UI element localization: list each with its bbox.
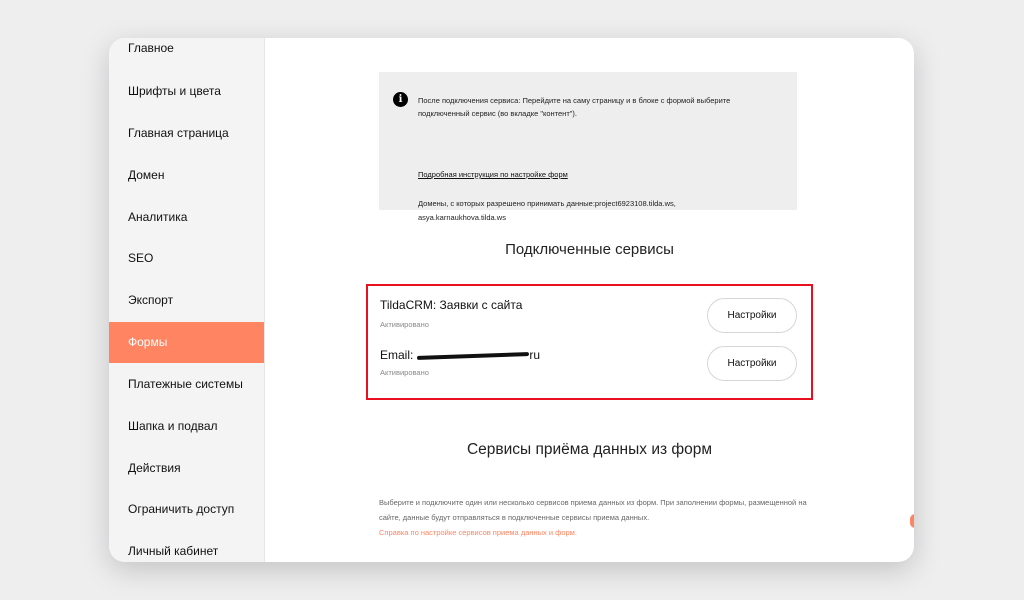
connected-services-title: Подключенные сервисы bbox=[505, 241, 674, 258]
tildacrm-settings-button[interactable]: Настройки bbox=[707, 298, 797, 333]
services-description-text: Выберите и подключите один или несколько… bbox=[379, 498, 807, 522]
email-label: Email: bbox=[380, 348, 414, 362]
sidebar-item-payment-systems[interactable]: Платежные системы bbox=[109, 364, 264, 405]
notice-text: После подключения сервиса: Перейдите на … bbox=[418, 96, 731, 118]
forms-instruction-link[interactable]: Подробная инструкция по настройке форм bbox=[418, 170, 568, 179]
sidebar-item-forms[interactable]: Формы bbox=[109, 322, 264, 363]
sidebar-item-header-footer[interactable]: Шапка и подвал bbox=[109, 406, 264, 447]
sidebar-item-personal-account[interactable]: Личный кабинет bbox=[109, 531, 264, 562]
sidebar-item-fonts-colors[interactable]: Шрифты и цвета bbox=[109, 71, 264, 112]
sidebar-item-export[interactable]: Экспорт bbox=[109, 280, 264, 321]
sidebar-item-restrict-access[interactable]: Ограничить доступ bbox=[109, 489, 264, 530]
forms-settings-panel: i После подключения сервиса: Перейдите н… bbox=[265, 38, 914, 562]
sidebar-item-home-page[interactable]: Главная страница bbox=[109, 113, 264, 154]
sidebar-item-seo[interactable]: SEO bbox=[109, 238, 264, 279]
settings-window: Главное Шрифты и цвета Главная страница … bbox=[109, 38, 914, 562]
services-description: Выберите и подключите один или несколько… bbox=[379, 495, 809, 540]
info-icon: i bbox=[393, 92, 408, 107]
form-data-services-title: Сервисы приёма данных из форм bbox=[466, 441, 713, 458]
sidebar-item-analytics[interactable]: Аналитика bbox=[109, 197, 264, 238]
settings-sidebar: Главное Шрифты и цвета Главная страница … bbox=[109, 38, 265, 562]
service-status: Активировано bbox=[380, 368, 429, 377]
chat-widget-edge[interactable] bbox=[910, 514, 914, 528]
email-domain-suffix: ru bbox=[529, 348, 541, 362]
sidebar-item-actions[interactable]: Действия bbox=[109, 448, 264, 489]
service-name: TildaCRM: Заявки с сайта bbox=[380, 298, 523, 312]
connected-services-list: TildaCRM: Заявки с сайта Активировано На… bbox=[366, 284, 813, 400]
service-name: Email: ru bbox=[380, 348, 540, 362]
email-settings-button[interactable]: Настройки bbox=[707, 346, 797, 381]
service-status: Активировано bbox=[380, 320, 429, 329]
sidebar-item-domain[interactable]: Домен bbox=[109, 155, 264, 196]
info-notice: i После подключения сервиса: Перейдите н… bbox=[379, 72, 797, 222]
redacted-email bbox=[417, 351, 530, 360]
services-help-link[interactable]: Справка по настройке сервисов приема дан… bbox=[379, 528, 577, 537]
allowed-domains-text: Домены, с которых разрешено принимать да… bbox=[418, 199, 676, 222]
sidebar-item-main[interactable]: Главное bbox=[109, 38, 264, 69]
